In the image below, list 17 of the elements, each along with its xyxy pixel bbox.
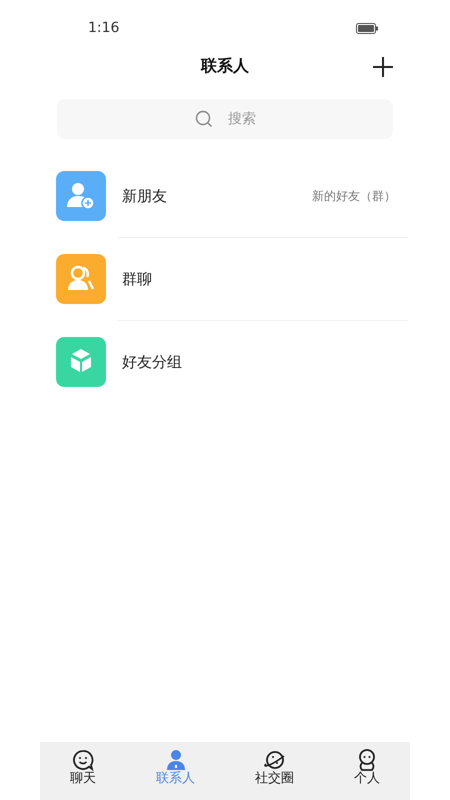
item-label: 群聊 xyxy=(122,268,153,290)
planet-icon xyxy=(262,748,286,772)
smiley-icon xyxy=(71,748,95,772)
page-title: 联系人 xyxy=(201,55,249,77)
contact-menu-item[interactable]: 群聊 xyxy=(40,238,410,320)
tab[interactable]: 个人 xyxy=(344,742,390,800)
status-time: 1:16 xyxy=(88,18,120,38)
item-note: 新的好友（群） xyxy=(312,188,396,205)
contact-menu-item[interactable]: 好友分组 xyxy=(40,321,410,403)
battery-icon xyxy=(356,22,378,34)
tab[interactable]: 社交圈 xyxy=(245,742,304,800)
item-label: 好友分组 xyxy=(122,352,183,373)
tab[interactable]: 聊天 xyxy=(60,742,106,800)
add-button[interactable] xyxy=(372,54,394,78)
item-label: 新朋友 xyxy=(122,186,168,207)
search-field[interactable]: 搜索 xyxy=(57,99,393,139)
contact-menu-item[interactable]: 新朋友 新的好友（群） xyxy=(40,155,410,237)
